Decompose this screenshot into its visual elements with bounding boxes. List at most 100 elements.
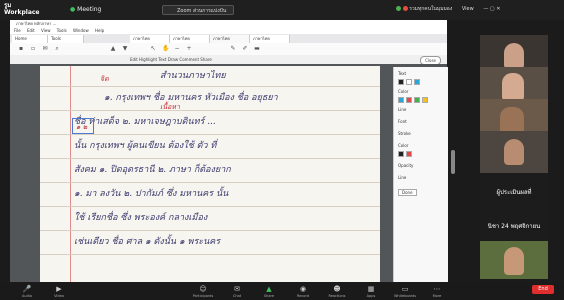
scrollbar[interactable] <box>451 150 455 174</box>
color-swatch[interactable] <box>414 79 420 85</box>
top-right-text: รวมทุกคนในมุมมอง <box>409 6 453 12</box>
chat-icon[interactable]: ✉ <box>230 285 244 293</box>
menu-file[interactable]: File <box>14 28 21 33</box>
search-icon[interactable]: ⌕ <box>54 46 60 52</box>
zoom-top-bar: รูม Workplace ● Meeting Zoom ส่วนการแบ่ง… <box>0 0 564 20</box>
tab-bar: Home Tools ภาษาไทย ภาษาไทย ภาษาไทย ภาษาไ… <box>10 34 447 43</box>
video-camera-icon[interactable]: ▶ <box>52 285 66 293</box>
person-video <box>504 43 524 69</box>
color-swatch[interactable] <box>398 79 404 85</box>
menu-tools[interactable]: Tools <box>57 28 67 33</box>
panel-label: Line <box>398 175 407 180</box>
apps-label: Apps <box>366 294 376 298</box>
person-video <box>504 139 524 165</box>
properties-panel: Text Color Line Font Stroke Color Opacit… <box>393 67 448 282</box>
tab-doc-1[interactable]: ภาษาไทย <box>130 35 170 43</box>
participants-label: Participants <box>192 294 214 298</box>
record-icon <box>402 6 408 11</box>
meeting-menu[interactable]: ● Meeting <box>70 6 101 13</box>
panel-label: Opacity <box>398 163 414 168</box>
participant-tile[interactable]: นิชา 24 พฤศจิกายน <box>480 207 548 241</box>
comment-icon[interactable]: ✎ <box>230 46 236 52</box>
status-icon <box>396 6 401 11</box>
reactions-icon[interactable]: ☻ <box>330 285 344 293</box>
color-swatch[interactable] <box>398 97 404 103</box>
doc-line: เช่นเดียว ชื่อ ศาล ๑ ดังนั้น ๑ พระนคร <box>74 237 221 247</box>
window-title: ภาษาไทย หลักภาษา ... <box>10 20 447 27</box>
print-icon[interactable]: ▫ <box>30 46 36 52</box>
record-icon[interactable]: ◉ <box>296 285 310 293</box>
up-icon[interactable]: ▲ <box>110 46 116 52</box>
color-swatch[interactable] <box>398 151 404 157</box>
participant-tile[interactable]: ผู้ประเมินผลที่ <box>480 173 548 207</box>
share-label: Share <box>263 294 275 298</box>
participant-tile[interactable] <box>480 241 548 279</box>
person-video <box>502 73 524 101</box>
logo-line2: Workplace <box>4 9 40 16</box>
annotation: จิต <box>100 75 109 83</box>
zoom-bottom-bar: 🎤 Audio ▶ Video ☺ Participants ✉ Chat ▲ … <box>0 283 564 300</box>
window-controls[interactable]: — ▢ ✕ <box>483 6 500 12</box>
participants-icon[interactable]: ☺ <box>196 285 210 293</box>
selection-box[interactable] <box>72 118 94 134</box>
zoom-out-icon[interactable]: − <box>174 46 180 52</box>
tab-tools[interactable]: Tools <box>48 35 84 43</box>
video-label: Video <box>54 294 64 298</box>
whiteboard-icon[interactable]: ▭ <box>398 285 412 293</box>
menu-bar: File Edit View Tools Window Help <box>10 27 447 34</box>
comment-tools[interactable]: Edit Highlight Text Draw Comment Share <box>130 57 212 62</box>
panel-label: Color <box>398 89 409 94</box>
view-button[interactable]: View <box>462 6 474 12</box>
shared-pdf-window: ภาษาไทย หลักภาษา ... File Edit View Tool… <box>10 20 448 282</box>
color-swatch[interactable] <box>406 151 412 157</box>
menu-help[interactable]: Help <box>95 28 104 33</box>
tab-doc-3[interactable]: ภาษาไทย <box>210 35 250 43</box>
shield-icon: ● <box>70 6 76 13</box>
doc-line: ชื่อ ท่าเสด็จ ๒. มหาเจษฎาบดินทร์ ... <box>74 117 216 127</box>
doc-heading: สำนวนภาษาไทย <box>160 71 226 81</box>
tab-doc-4[interactable]: ภาษาไทย <box>250 35 290 43</box>
zoom-in-icon[interactable]: + <box>186 46 192 52</box>
microphone-icon[interactable]: 🎤 <box>20 285 34 293</box>
panel-label: Color <box>398 143 409 148</box>
menu-window[interactable]: Window <box>73 28 89 33</box>
done-button[interactable]: Done <box>398 189 417 196</box>
panel-label: Stroke <box>398 131 411 136</box>
color-swatch[interactable] <box>406 79 412 85</box>
color-swatch[interactable] <box>406 97 412 103</box>
doc-line: สังคม ๑. ปิดอุดรธานี ๒. ภาษา ก็ต้องยาก <box>74 165 231 175</box>
handwritten-page: สำนวนภาษาไทย ๑. กรุงเทพฯ ชื่อ มหานคร หัว… <box>40 66 380 282</box>
pen-icon[interactable]: ✐ <box>242 46 248 52</box>
highlight-icon[interactable]: ▬ <box>254 46 260 52</box>
audio-label: Audio <box>22 294 32 298</box>
cursor-icon[interactable]: ↖ <box>150 46 156 52</box>
panel-label: Font <box>398 119 407 124</box>
tab-home[interactable]: Home <box>12 35 48 43</box>
share-screen-icon[interactable]: ▲ <box>262 285 276 293</box>
doc-line: ใช้ เรียกชื่อ ซึ่ง พระองค์ กลางเมือง <box>74 213 208 223</box>
whiteboards-label: Whiteboards <box>393 294 417 298</box>
participant-tile[interactable] <box>480 131 548 173</box>
person-video <box>504 247 524 275</box>
down-icon[interactable]: ▼ <box>122 46 128 52</box>
panel-label: Text <box>398 71 407 76</box>
hand-icon[interactable]: ✋ <box>162 46 169 52</box>
participant-name: นิชา 24 พฤศจิกายน <box>487 223 541 230</box>
menu-edit[interactable]: Edit <box>27 28 35 33</box>
more-icon[interactable]: ⋯ <box>430 285 444 293</box>
reactions-label: Reactions <box>328 294 346 298</box>
share-indicator[interactable]: Zoom ส่วนการแบ่งปัน <box>162 5 234 15</box>
menu-view[interactable]: View <box>41 28 51 33</box>
save-icon[interactable]: ▪ <box>18 46 24 52</box>
participant-name: ผู้ประเมินผลที่ <box>496 189 532 196</box>
participants-panel: ผู้ประเมินผลที่ นิชา 24 พฤศจิกายน <box>480 35 548 280</box>
color-swatch[interactable] <box>422 97 428 103</box>
apps-icon[interactable]: ▦ <box>364 285 378 293</box>
chat-label: Chat <box>232 294 242 298</box>
record-label: Record <box>296 294 310 298</box>
mail-icon[interactable]: ✉ <box>42 46 48 52</box>
end-button[interactable]: End <box>532 285 554 294</box>
tab-doc-2[interactable]: ภาษาไทย <box>170 35 210 43</box>
color-swatch[interactable] <box>414 97 420 103</box>
more-label: More <box>432 294 442 298</box>
